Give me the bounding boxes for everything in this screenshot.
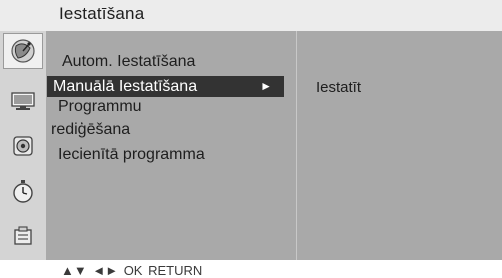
category-icon-column xyxy=(0,31,46,260)
menu-item-programme-edit[interactable]: Programmu xyxy=(58,98,142,116)
menu-item-programme-edit-cont: rediģēšana xyxy=(51,121,130,139)
submenu-panel xyxy=(297,31,502,260)
setup-icon xyxy=(11,39,35,63)
menu-item-favourite-programme[interactable]: Iecienītā programma xyxy=(58,146,205,164)
category-option[interactable] xyxy=(4,219,42,253)
submenu-item-set[interactable]: Iestatīt xyxy=(316,79,361,96)
category-audio[interactable] xyxy=(4,129,42,163)
submenu-arrow-icon: ► xyxy=(260,79,272,93)
help-text: ▲▼ ◄► OK RETURN xyxy=(61,263,203,278)
menu-title: Iestatīšana xyxy=(59,4,145,23)
menu-item-label: Manuālā Iestatīšana xyxy=(53,78,198,95)
help-bar: ▲▼ ◄► OK RETURN xyxy=(0,260,502,278)
menu-item-label: Iecienītā programma xyxy=(58,146,205,163)
audio-icon xyxy=(13,136,33,156)
menu-item-label: Programmu xyxy=(58,98,142,115)
category-setup[interactable] xyxy=(3,33,43,69)
picture-icon xyxy=(11,92,35,110)
category-time[interactable] xyxy=(4,175,42,209)
option-icon xyxy=(14,226,32,245)
tv-menu-screen: Iestatīšana Autom. Iestatīšana Manuālā I… xyxy=(0,0,502,278)
menu-item-label: rediģēšana xyxy=(51,121,131,138)
submenu-item-label: Iestatīt xyxy=(316,79,362,96)
menu-item-label: Autom. Iestatīšana xyxy=(62,53,196,70)
title-bar: Iestatīšana xyxy=(0,0,502,31)
time-icon xyxy=(13,180,33,203)
category-picture[interactable] xyxy=(4,84,42,118)
menu-item-manual-tuning[interactable]: Manuālā Iestatīšana ► xyxy=(47,76,284,97)
menu-item-auto-tuning[interactable]: Autom. Iestatīšana xyxy=(62,53,195,71)
